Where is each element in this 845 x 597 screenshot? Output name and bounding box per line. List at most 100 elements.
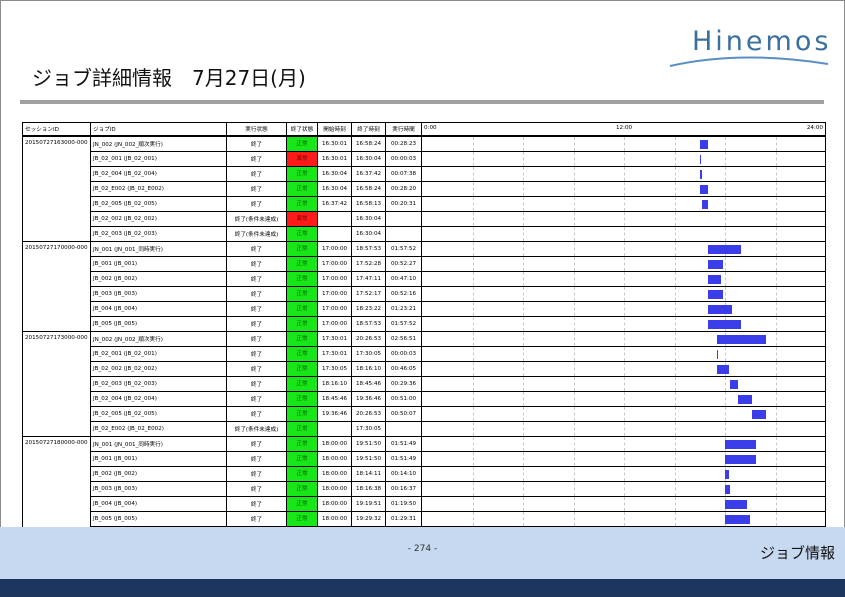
timeline-gridline xyxy=(725,287,726,301)
start-time-cell: 16:37:42 xyxy=(317,196,352,212)
end-state-badge: 正常 xyxy=(287,392,317,406)
end-time-cell: 18:45:46 xyxy=(351,376,386,392)
table-row: JB_004 (JB_004) 終了 正常 18:00:00 19:19:51 01:19… xyxy=(23,496,826,512)
end-state-badge: 正常 xyxy=(287,287,317,301)
duration-cell: 00:16:37 xyxy=(385,481,422,497)
end-state-badge: 正常 xyxy=(287,137,317,151)
timeline-gridline xyxy=(775,452,777,466)
footer-band: - 274 - ジョブ情報 xyxy=(0,527,845,579)
timeline-gridline xyxy=(674,422,676,436)
timeline-gridline xyxy=(573,182,575,196)
timeline-gridline xyxy=(674,482,676,496)
run-state-cell: 終了 xyxy=(226,436,287,452)
duration-cell: 00:50:07 xyxy=(385,406,422,422)
end-state-cell: 異常 xyxy=(286,151,318,167)
duration-cell xyxy=(385,226,422,242)
end-state-cell: 正常 xyxy=(286,181,318,197)
timeline-bar xyxy=(752,410,767,419)
table-row: JB_003 (JB_003) 終了 正常 18:00:00 18:16:38 00:16… xyxy=(23,481,826,497)
run-state-cell: 終了 xyxy=(226,135,287,152)
timeline-gridline xyxy=(775,347,777,361)
end-state-badge: 正常 xyxy=(287,332,317,346)
timeline-gridline xyxy=(775,137,777,151)
job-id-cell: JB_005 (JB_005) xyxy=(90,316,227,332)
timeline-gridline xyxy=(775,227,777,241)
timeline-gridline xyxy=(573,242,575,256)
timeline-gridline xyxy=(523,197,524,211)
end-time-cell: 19:51:50 xyxy=(351,451,386,467)
job-id-cell: JB_005 (JB_005) xyxy=(90,511,227,527)
run-state-cell: 終了 xyxy=(226,301,287,317)
timeline-gridline xyxy=(624,332,625,346)
footer-bottom-bar xyxy=(0,579,845,597)
end-state-cell: 正常 xyxy=(286,346,318,362)
timeline-cell xyxy=(421,211,826,227)
timeline-gridline xyxy=(775,392,777,406)
end-time-cell: 18:23:22 xyxy=(351,301,386,317)
timeline-gridline xyxy=(573,437,575,451)
timeline-gridline xyxy=(523,482,524,496)
title-divider xyxy=(20,100,824,104)
start-time-cell: 18:00:00 xyxy=(317,451,352,467)
table-row: JB_02_003 (JB_02_003) 終了(条件未達成) 正常 16:30:04 xyxy=(23,226,826,242)
header-job-id: ジョブID xyxy=(90,122,227,137)
end-state-cell: 正常 xyxy=(286,301,318,317)
timeline-gridline xyxy=(775,272,777,286)
table-row: JB_02_005 (JB_02_005) 終了 正常 19:36:46 20:26:5… xyxy=(23,406,826,422)
timeline-gridline xyxy=(523,497,524,511)
end-state-badge: 正常 xyxy=(287,242,317,256)
timeline-gridline xyxy=(624,377,625,391)
end-state-badge: 正常 xyxy=(287,257,317,271)
end-time-cell: 17:30:05 xyxy=(351,421,386,437)
duration-cell: 01:29:31 xyxy=(385,511,422,527)
table-row: JB_004 (JB_004) 終了 正常 17:00:00 18:23:22 01:23… xyxy=(23,301,826,317)
timeline-bar xyxy=(699,185,708,194)
end-time-cell: 16:30:04 xyxy=(351,226,386,242)
timeline-gridline xyxy=(472,242,474,256)
timeline-gridline xyxy=(624,317,625,331)
timeline-gridline xyxy=(472,332,474,346)
header-timeline-axis: 0:00 12:00 24:00 xyxy=(421,122,826,137)
duration-cell: 01:51:49 xyxy=(385,436,422,452)
timeline-gridline xyxy=(573,392,575,406)
timeline-gridline xyxy=(725,212,726,226)
header-end-time: 終了時刻 xyxy=(351,122,386,137)
end-state-cell: 正常 xyxy=(286,451,318,467)
end-state-cell: 正常 xyxy=(286,135,318,152)
end-state-badge: 正常 xyxy=(287,182,317,196)
timeline-gridline xyxy=(523,272,524,286)
timeline-cell xyxy=(421,421,826,437)
timeline-bar xyxy=(725,455,757,464)
timeline-cell xyxy=(421,391,826,407)
end-state-badge: 正常 xyxy=(287,407,317,421)
start-time-cell: 17:30:05 xyxy=(317,361,352,377)
end-state-cell: 正常 xyxy=(286,226,318,242)
timeline-bar xyxy=(737,395,753,404)
timeline-cell xyxy=(421,331,826,347)
timeline-gridline xyxy=(573,482,575,496)
end-state-badge: 正常 xyxy=(287,302,317,316)
header-duration: 実行時間 xyxy=(385,122,422,137)
job-id-cell: JB_02_004 (JB_02_004) xyxy=(90,166,227,182)
timeline-bar xyxy=(716,350,719,359)
timeline-gridline xyxy=(472,152,474,166)
timeline-gridline xyxy=(573,467,575,481)
end-time-cell: 16:58:24 xyxy=(351,181,386,197)
table-row: 20150727170000-000 JN_001 (JN_001_同時実行) 終了… xyxy=(22,241,826,332)
end-state-cell: 正常 xyxy=(286,286,318,302)
start-time-cell xyxy=(317,421,352,437)
end-state-badge: 正常 xyxy=(287,197,317,211)
duration-cell: 00:51:00 xyxy=(385,391,422,407)
start-time-cell: 18:45:46 xyxy=(317,391,352,407)
end-state-badge: 正常 xyxy=(287,317,317,331)
timeline-gridline xyxy=(523,227,524,241)
run-state-cell: 終了 xyxy=(226,316,287,332)
end-time-cell: 20:26:53 xyxy=(351,406,386,422)
duration-cell: 00:07:38 xyxy=(385,166,422,182)
table-row: JB_02_E002 (JB_02_E002) 終了 正常 16:30:04 16:58… xyxy=(23,181,826,197)
job-id-cell: JB_003 (JB_003) xyxy=(90,481,227,497)
job-id-cell: JB_003 (JB_003) xyxy=(90,286,227,302)
timeline-gridline xyxy=(674,377,676,391)
end-state-badge: 正常 xyxy=(287,377,317,391)
end-state-badge: 異常 xyxy=(287,212,317,226)
